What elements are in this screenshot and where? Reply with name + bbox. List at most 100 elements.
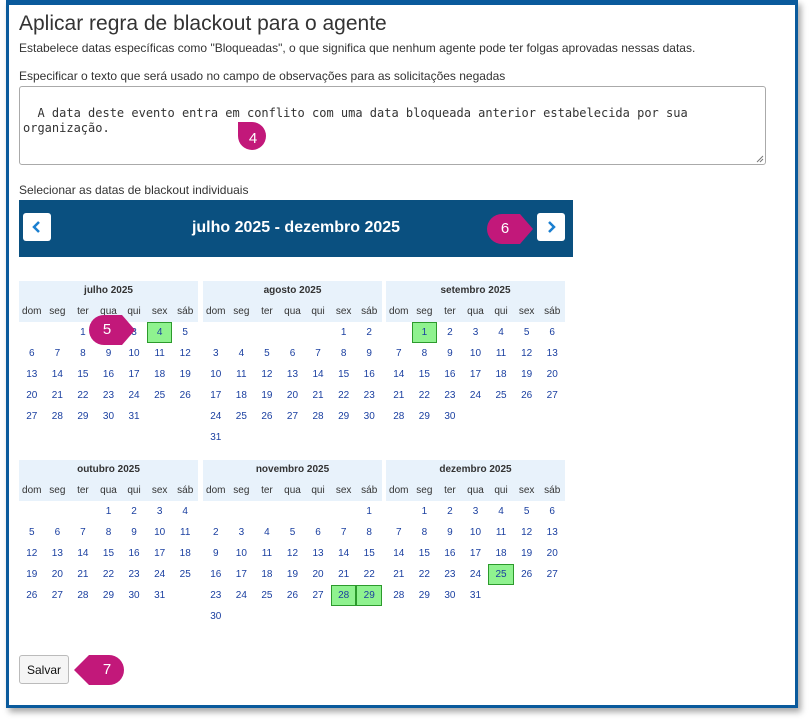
day-cell[interactable]: 9 (203, 543, 229, 564)
day-cell[interactable]: 8 (356, 522, 382, 543)
day-cell[interactable]: 19 (280, 564, 306, 585)
day-cell[interactable]: 23 (96, 385, 122, 406)
day-cell[interactable]: 9 (356, 343, 382, 364)
day-cell[interactable]: 10 (147, 522, 173, 543)
day-cell[interactable]: 8 (412, 343, 438, 364)
day-cell[interactable]: 10 (229, 543, 255, 564)
day-cell[interactable]: 10 (121, 343, 147, 364)
day-cell[interactable]: 29 (331, 406, 357, 427)
day-cell[interactable]: 11 (488, 343, 514, 364)
day-cell[interactable]: 7 (45, 343, 71, 364)
day-cell[interactable]: 29 (70, 406, 96, 427)
day-cell-selected[interactable]: 1 (411, 322, 438, 343)
day-cell[interactable]: 25 (172, 564, 198, 585)
day-cell[interactable]: 22 (70, 385, 96, 406)
day-cell[interactable]: 22 (96, 564, 122, 585)
day-cell[interactable]: 31 (121, 406, 147, 427)
day-cell[interactable]: 18 (488, 364, 514, 385)
day-cell[interactable]: 10 (203, 364, 229, 385)
day-cell[interactable]: 15 (331, 364, 357, 385)
day-cell[interactable]: 6 (45, 522, 71, 543)
day-cell[interactable]: 17 (203, 385, 229, 406)
day-cell[interactable]: 12 (254, 364, 280, 385)
day-cell[interactable]: 12 (514, 522, 540, 543)
day-cell[interactable]: 3 (229, 522, 255, 543)
day-cell[interactable]: 27 (539, 564, 565, 585)
day-cell[interactable]: 6 (539, 501, 565, 522)
day-cell[interactable]: 13 (539, 343, 565, 364)
day-cell-selected[interactable]: 28 (330, 585, 357, 606)
day-cell[interactable]: 5 (514, 322, 540, 343)
day-cell[interactable]: 30 (437, 406, 463, 427)
day-cell[interactable]: 21 (305, 385, 331, 406)
day-cell[interactable]: 27 (19, 406, 45, 427)
day-cell[interactable]: 12 (19, 543, 45, 564)
next-months-button[interactable] (537, 213, 565, 241)
day-cell[interactable]: 24 (147, 564, 173, 585)
day-cell[interactable]: 30 (96, 406, 122, 427)
day-cell[interactable]: 28 (305, 406, 331, 427)
day-cell[interactable]: 19 (514, 364, 540, 385)
day-cell-selected[interactable]: 25 (488, 564, 514, 585)
day-cell[interactable]: 2 (356, 322, 382, 343)
day-cell[interactable]: 18 (147, 364, 173, 385)
day-cell[interactable]: 23 (203, 585, 229, 606)
day-cell[interactable]: 8 (96, 522, 122, 543)
notes-textarea[interactable]: A data deste evento entra em conflito co… (19, 86, 766, 165)
day-cell[interactable]: 12 (280, 543, 306, 564)
day-cell[interactable]: 4 (254, 522, 280, 543)
day-cell[interactable]: 28 (70, 585, 96, 606)
day-cell[interactable]: 15 (412, 364, 438, 385)
day-cell[interactable]: 8 (331, 343, 357, 364)
day-cell[interactable]: 16 (121, 543, 147, 564)
day-cell[interactable]: 29 (96, 585, 122, 606)
day-cell[interactable]: 28 (45, 406, 71, 427)
day-cell[interactable]: 2 (437, 501, 463, 522)
day-cell[interactable]: 20 (45, 564, 71, 585)
day-cell[interactable]: 4 (488, 322, 514, 343)
day-cell[interactable]: 3 (463, 501, 489, 522)
day-cell[interactable]: 16 (356, 364, 382, 385)
day-cell[interactable]: 26 (514, 564, 540, 585)
day-cell[interactable]: 18 (488, 543, 514, 564)
day-cell[interactable]: 16 (96, 364, 122, 385)
day-cell[interactable]: 7 (331, 522, 357, 543)
day-cell[interactable]: 2 (437, 322, 463, 343)
day-cell[interactable]: 20 (539, 364, 565, 385)
day-cell[interactable]: 29 (412, 406, 438, 427)
day-cell[interactable]: 12 (172, 343, 198, 364)
day-cell[interactable]: 25 (147, 385, 173, 406)
day-cell[interactable]: 14 (305, 364, 331, 385)
day-cell[interactable]: 24 (229, 585, 255, 606)
day-cell[interactable]: 26 (19, 585, 45, 606)
day-cell[interactable]: 18 (254, 564, 280, 585)
day-cell[interactable]: 15 (70, 364, 96, 385)
day-cell[interactable]: 22 (356, 564, 382, 585)
day-cell[interactable]: 5 (172, 322, 198, 343)
day-cell[interactable]: 4 (488, 501, 514, 522)
resize-handle-icon[interactable] (755, 154, 764, 163)
day-cell[interactable]: 9 (437, 522, 463, 543)
day-cell[interactable]: 30 (356, 406, 382, 427)
day-cell[interactable]: 6 (539, 322, 565, 343)
day-cell[interactable]: 30 (121, 585, 147, 606)
day-cell[interactable]: 26 (254, 406, 280, 427)
day-cell[interactable]: 15 (412, 543, 438, 564)
day-cell[interactable]: 13 (45, 543, 71, 564)
day-cell[interactable]: 29 (412, 585, 438, 606)
day-cell[interactable]: 26 (280, 585, 306, 606)
day-cell[interactable]: 16 (437, 543, 463, 564)
day-cell[interactable]: 19 (514, 543, 540, 564)
day-cell[interactable]: 21 (386, 385, 412, 406)
day-cell[interactable]: 26 (172, 385, 198, 406)
day-cell[interactable]: 6 (280, 343, 306, 364)
day-cell[interactable]: 3 (203, 343, 229, 364)
day-cell[interactable]: 25 (229, 406, 255, 427)
day-cell[interactable]: 1 (96, 501, 122, 522)
day-cell[interactable]: 14 (386, 543, 412, 564)
day-cell[interactable]: 25 (254, 585, 280, 606)
day-cell[interactable]: 27 (305, 585, 331, 606)
day-cell[interactable]: 6 (19, 343, 45, 364)
day-cell[interactable]: 3 (463, 322, 489, 343)
day-cell[interactable]: 8 (412, 522, 438, 543)
